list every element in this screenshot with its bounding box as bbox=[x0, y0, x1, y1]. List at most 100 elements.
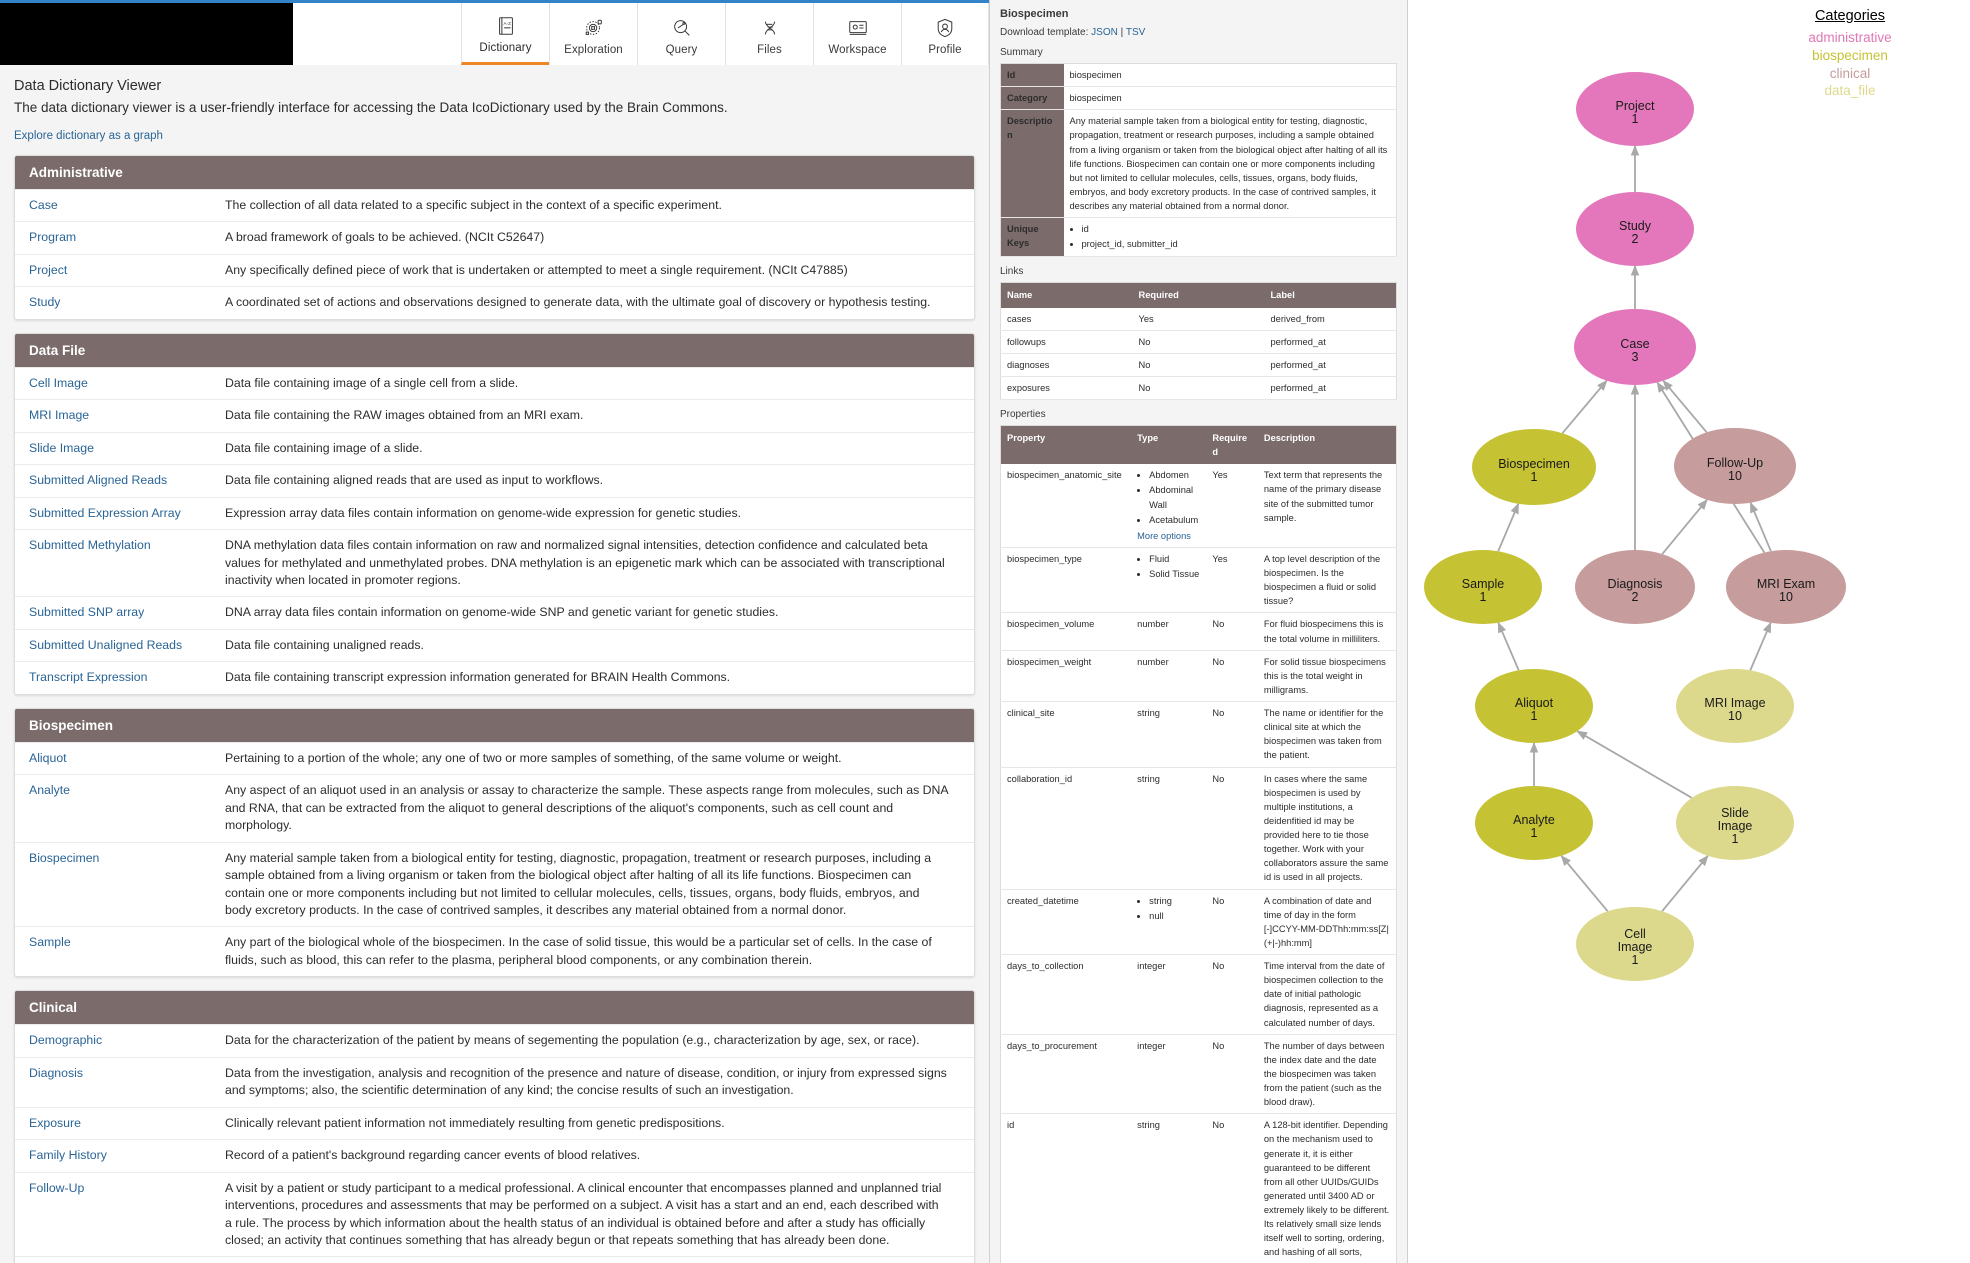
nav-tab-profile[interactable]: Profile bbox=[901, 3, 989, 65]
graph-node-count: 3 bbox=[1632, 350, 1639, 364]
graph-node-study[interactable]: Study2 bbox=[1576, 192, 1694, 266]
property-type-cell: string bbox=[1131, 701, 1207, 768]
dictionary-row[interactable]: Diagnosis Data from the investigation, an… bbox=[15, 1056, 974, 1107]
dictionary-node-link[interactable]: Submitted Unaligned Reads bbox=[29, 637, 225, 654]
graph-node-biospecimen[interactable]: Biospecimen1 bbox=[1472, 429, 1596, 505]
profile-shield-icon bbox=[934, 15, 956, 41]
graph-node-project[interactable]: Project1 bbox=[1576, 72, 1694, 146]
dictionary-node-link[interactable]: Case bbox=[29, 197, 225, 214]
dictionary-node-link[interactable]: Submitted Methylation bbox=[29, 537, 225, 589]
links-cell-name[interactable]: exposures bbox=[1000, 376, 1133, 401]
graph-node-cell_image[interactable]: CellImage1 bbox=[1576, 907, 1694, 981]
dictionary-row[interactable]: Family History Record of a patient's back… bbox=[15, 1139, 974, 1171]
property-type-cell: string bbox=[1131, 767, 1207, 890]
links-cell-name[interactable]: diagnoses bbox=[1000, 353, 1133, 377]
dictionary-node-link[interactable]: Biospecimen bbox=[29, 850, 225, 920]
more-options-link[interactable]: More options bbox=[1137, 529, 1191, 543]
dictionary-row[interactable]: Case The collection of all data related t… bbox=[15, 189, 974, 221]
dictionary-node-link[interactable]: Exposure bbox=[29, 1115, 225, 1132]
dictionary-row[interactable]: Image ExamImage exam bbox=[15, 1256, 974, 1263]
graph-canvas[interactable]: Project1 Study2 Case3 Biospecimen1 Follow-Up… bbox=[1408, 0, 1968, 1263]
dictionary-node-link[interactable]: Follow-Up bbox=[29, 1180, 225, 1250]
graph-node-followup[interactable]: Follow-Up10 bbox=[1674, 428, 1796, 504]
graph-node-slide_image[interactable]: SlideImage1 bbox=[1676, 786, 1794, 860]
dictionary-row[interactable]: Study A coordinated set of actions and ob… bbox=[15, 286, 974, 318]
graph-node-analyte[interactable]: Analyte1 bbox=[1475, 786, 1593, 860]
dictionary-node-link[interactable]: Cell Image bbox=[29, 375, 225, 392]
dictionary-row[interactable]: Sample Any part of the biological whole o… bbox=[15, 926, 974, 976]
dictionary-row[interactable]: Submitted SNP array DNA array data files … bbox=[15, 596, 974, 628]
dictionary-node-description: Data file containing unaligned reads. bbox=[225, 637, 424, 652]
dictionary-row[interactable]: Submitted Methylation DNA methylation dat… bbox=[15, 529, 974, 596]
graph-node-aliquot[interactable]: Aliquot1 bbox=[1475, 669, 1593, 743]
dictionary-row[interactable]: Program A broad framework of goals to be … bbox=[15, 221, 974, 253]
properties-header-cell: Required bbox=[1206, 425, 1258, 465]
summary-unique-keys-key: Unique Keys bbox=[1000, 217, 1064, 258]
dictionary-node-link[interactable]: Analyte bbox=[29, 782, 225, 834]
dictionary-node-link[interactable]: Demographic bbox=[29, 1032, 225, 1049]
dictionary-row[interactable]: Slide Image Data file containing image of… bbox=[15, 431, 974, 464]
dictionary-node-link[interactable]: Transcript Expression bbox=[29, 669, 225, 686]
dictionary-row[interactable]: Demographic Data for the characterization… bbox=[15, 1024, 974, 1056]
property-description-cell: A 128-bit identifier. Depending on the m… bbox=[1257, 1113, 1397, 1263]
dictionary-node-link[interactable]: Submitted Aligned Reads bbox=[29, 472, 225, 489]
nav-tab-workspace[interactable]: Workspace bbox=[813, 3, 901, 65]
dictionary-row[interactable]: Follow-Up A visit by a patient or study p… bbox=[15, 1171, 974, 1257]
dictionary-row[interactable]: Submitted Unaligned Reads Data file conta… bbox=[15, 628, 974, 661]
graph-node-label: Study bbox=[1619, 219, 1652, 233]
download-json-link[interactable]: JSON bbox=[1091, 27, 1118, 38]
dictionary-row[interactable]: Submitted Expression Array Expression arr… bbox=[15, 496, 974, 529]
dictionary-node-link[interactable]: Submitted Expression Array bbox=[29, 505, 225, 522]
dictionary-row[interactable]: MRI Image Data file containing the RAW im… bbox=[15, 399, 974, 431]
links-table-row: exposures No performed_at bbox=[1000, 376, 1397, 401]
summary-unique-keys-value: idproject_id, submitter_id bbox=[1063, 217, 1397, 258]
links-cell-name[interactable]: cases bbox=[1000, 307, 1133, 331]
graph-node-mri_exam[interactable]: MRI Exam10 bbox=[1726, 550, 1846, 624]
property-enum-item: Abdominal Wall bbox=[1149, 483, 1200, 511]
nav-tab-query[interactable]: Query bbox=[637, 3, 725, 65]
nav-tab-label: Query bbox=[665, 43, 698, 56]
summary-category-value: biospecimen bbox=[1063, 86, 1397, 111]
property-name-cell: biospecimen_anatomic_site bbox=[1000, 464, 1132, 548]
explore-graph-link[interactable]: Explore dictionary as a graph bbox=[14, 130, 975, 142]
dictionary-row[interactable]: Cell Image Data file containing image of … bbox=[15, 366, 974, 399]
dictionary-node-link[interactable]: MRI Image bbox=[29, 407, 225, 424]
dictionary-node-link[interactable]: Diagnosis bbox=[29, 1065, 225, 1100]
dictionary-node-link[interactable]: Sample bbox=[29, 934, 225, 969]
dictionary-row[interactable]: Transcript Expression Data file containin… bbox=[15, 661, 974, 693]
graph-node-sample[interactable]: Sample1 bbox=[1424, 550, 1542, 624]
graph-edge bbox=[1661, 498, 1708, 555]
properties-table-row: clinical_site string No The name or identif… bbox=[1000, 701, 1397, 768]
links-cell-label: performed_at bbox=[1264, 330, 1397, 354]
dictionary-row[interactable]: Biospecimen Any material sample taken fro… bbox=[15, 841, 974, 927]
nav-tab-exploration[interactable]: Exploration bbox=[549, 3, 637, 65]
dictionary-row[interactable]: Project Any specifically defined piece of… bbox=[15, 253, 974, 286]
links-cell-label: performed_at bbox=[1264, 376, 1397, 401]
site-logo[interactable] bbox=[0, 3, 293, 65]
nav-tab-files[interactable]: Files bbox=[725, 3, 813, 65]
dictionary-node-link[interactable]: Submitted SNP array bbox=[29, 604, 225, 621]
dictionary-node-link[interactable]: Aliquot bbox=[29, 750, 225, 767]
dictionary-row[interactable]: Aliquot Pertaining to a portion of the wh… bbox=[15, 741, 974, 774]
dictionary-node-description: Pertaining to a portion of the whole; an… bbox=[225, 750, 842, 765]
graph-node-diagnosis[interactable]: Diagnosis2 bbox=[1575, 550, 1695, 624]
nav-tab-label: Exploration bbox=[564, 43, 623, 56]
download-tsv-link[interactable]: TSV bbox=[1126, 27, 1145, 38]
nav-tab-label: Files bbox=[757, 43, 782, 56]
property-required-cell: No bbox=[1206, 889, 1258, 955]
property-type-cell: string bbox=[1131, 1113, 1207, 1263]
dictionary-node-link[interactable]: Project bbox=[29, 262, 225, 279]
links-cell-name[interactable]: followups bbox=[1000, 330, 1133, 354]
dictionary-node-link[interactable]: Slide Image bbox=[29, 440, 225, 457]
summary-row-category: Category biospecimen bbox=[1000, 86, 1397, 111]
dictionary-row[interactable]: Analyte Any aspect of an aliquot used in … bbox=[15, 774, 974, 841]
nav-tab-dictionary[interactable]: A-Z Dictionary bbox=[461, 3, 549, 65]
property-enum-list: stringnull bbox=[1137, 894, 1200, 923]
dictionary-row[interactable]: Exposure Clinically relevant patient info… bbox=[15, 1106, 974, 1139]
dictionary-row[interactable]: Submitted Aligned Reads Data file contain… bbox=[15, 464, 974, 496]
dictionary-node-link[interactable]: Study bbox=[29, 294, 225, 311]
graph-node-case[interactable]: Case3 bbox=[1574, 309, 1696, 385]
dictionary-node-link[interactable]: Program bbox=[29, 229, 225, 246]
graph-node-mri_image[interactable]: MRI Image10 bbox=[1676, 669, 1794, 743]
dictionary-node-link[interactable]: Family History bbox=[29, 1147, 225, 1164]
